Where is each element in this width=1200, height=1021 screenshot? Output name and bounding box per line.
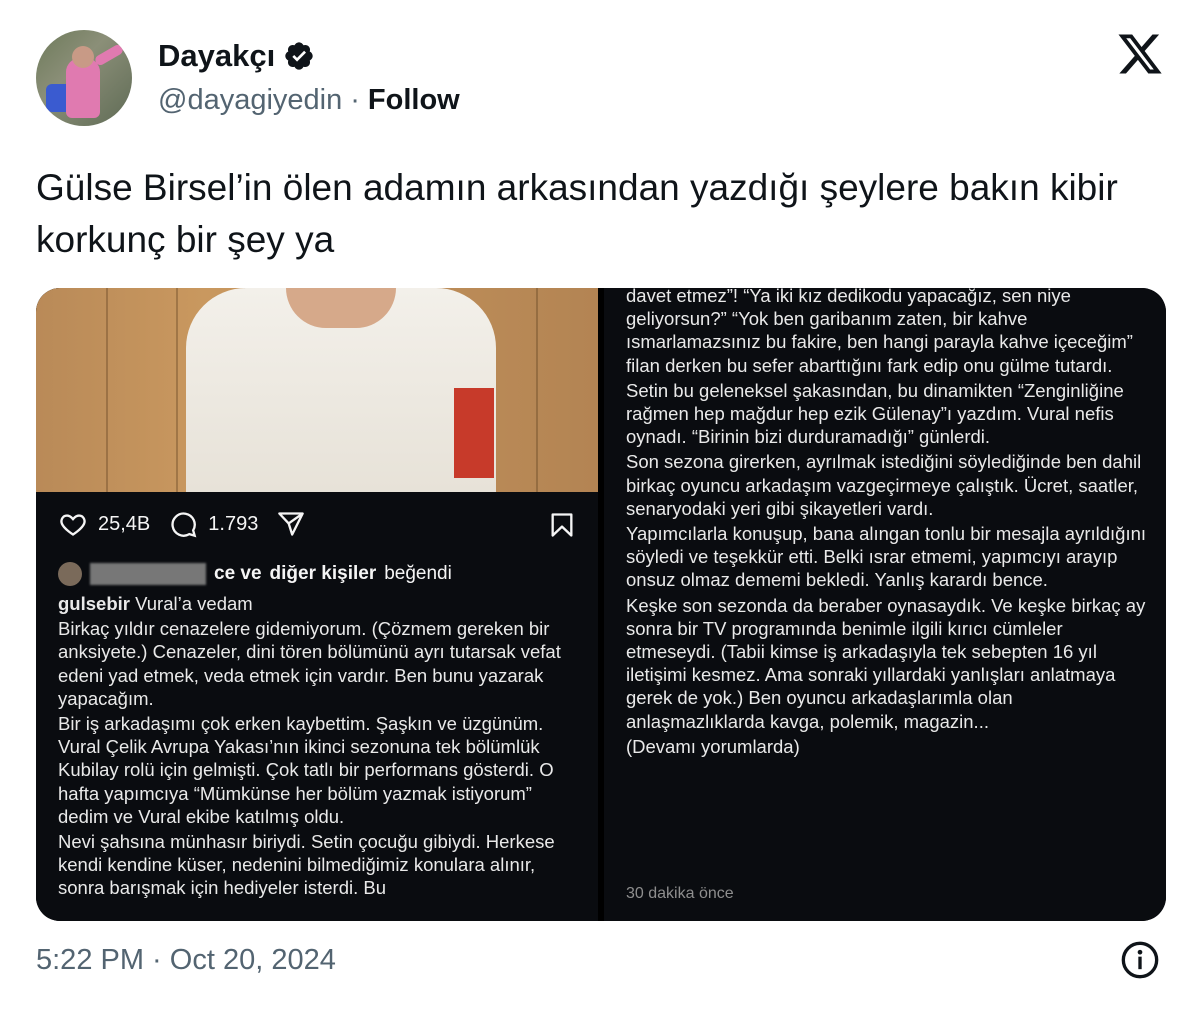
caption-paragraph: Yapımcılarla konuşup, bana alıngan tonlu… [626,523,1147,591]
tweet-timestamp[interactable]: 5:22 PM · Oct 20, 2024 [36,944,336,977]
liked-by-others[interactable]: diğer kişiler [270,563,377,585]
caption-paragraph: Setin bu geleneksel şakasından, bu dinam… [626,379,1124,448]
info-icon[interactable] [1120,940,1160,980]
verified-badge-icon [285,42,313,70]
comments-count: 1.793 [208,512,259,535]
media-right-panel[interactable]: davet etmez”! “Ya iki kız dedikodu yapac… [604,288,1166,921]
handle-row: @dayagiyedin · Follow [158,84,460,117]
caption-paragraph: Bir iş arkadaşımı çok erken kaybettim. Ş… [58,713,554,827]
liked-by-suffix: ce ve [214,563,262,584]
likes-count: 25,4B [98,512,151,535]
author-display-name[interactable]: Dayakçı [158,38,275,74]
x-logo-icon[interactable] [1114,30,1166,78]
author-avatar[interactable] [36,30,132,126]
caption-title: Vural’a vedam [135,593,253,614]
caption-paragraph: Birkaç yıldır cenazelere gidemiyorum. (Ç… [58,618,561,709]
redacted-username [90,563,206,585]
share-icon[interactable] [276,510,306,538]
caption-username[interactable]: gulsebir [58,593,130,614]
ig-action-bar: 25,4B 1.793 [58,510,306,538]
comment-icon[interactable] [168,510,198,538]
caption-paragraph: Nevi şahsına münhasır biriydi. Setin çoc… [58,831,555,899]
author-name-row[interactable]: Dayakçı [158,38,315,74]
separator-dot: · [350,84,360,116]
tweet-text: Gülse Birsel’in ölen adamın arkasından y… [36,167,1118,260]
author-handle[interactable]: @dayagiyedin [158,84,342,117]
post-caption: gulsebir Vural’a vedam Birkaç yıldır cen… [58,592,578,902]
liked-by-verb: beğendi [384,563,452,584]
post-time-ago: 30 dakika önce [626,885,734,902]
caption-paragraph: Son sezona girerken, ayrılmak istediğini… [626,451,1142,519]
caption-paragraph: davet etmez”! “Ya iki kız dedikodu yapac… [626,288,1133,376]
liker-avatar [58,562,82,586]
follow-button[interactable]: Follow [368,84,460,117]
post-caption-continued: davet etmez”! “Ya iki kız dedikodu yapac… [626,288,1146,760]
post-photo [36,288,598,492]
media-left-panel[interactable]: 25,4B 1.793 ce ve diğer kişiler beğendi … [36,288,598,921]
caption-paragraph: Keşke son sezonda da beraber oynasaydık.… [626,594,1146,732]
caption-paragraph: (Devamı yorumlarda) [626,735,800,757]
bookmark-icon[interactable] [548,510,576,540]
tweet-media[interactable]: 25,4B 1.793 ce ve diğer kişiler beğendi … [36,288,1166,921]
heart-icon[interactable] [58,510,88,538]
liked-by-row[interactable]: ce ve diğer kişiler beğendi [58,562,452,586]
